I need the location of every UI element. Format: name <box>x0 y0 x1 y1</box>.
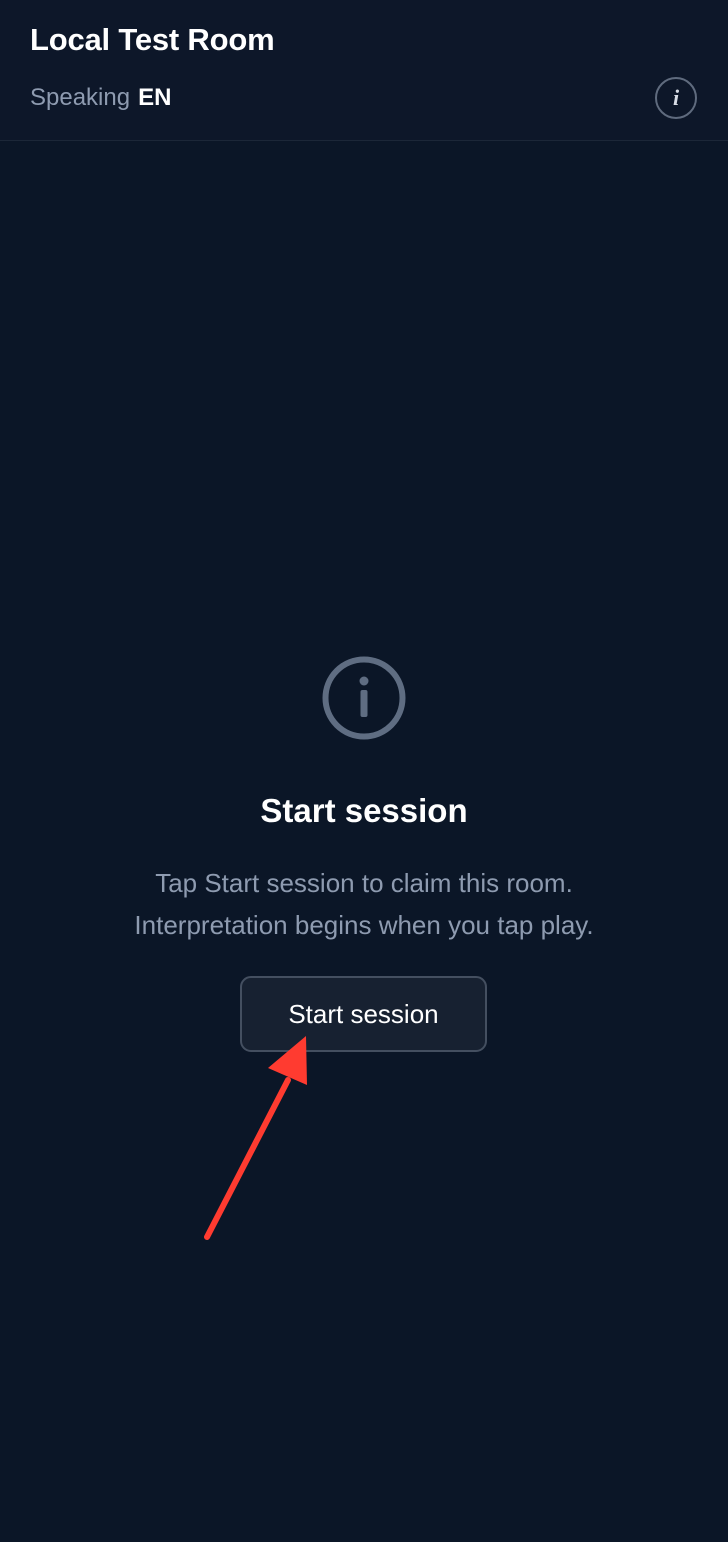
app-screen: Local Test Room Speaking EN i Start sessi… <box>0 0 728 1542</box>
start-session-button[interactable]: Start session <box>240 976 487 1052</box>
arrow-shaft <box>204 1077 291 1240</box>
room-header: Local Test Room Speaking EN i <box>0 0 728 141</box>
speaking-label: Speaking <box>30 84 131 111</box>
speaking-language-code: EN <box>138 84 172 111</box>
info-circle-icon <box>322 656 406 740</box>
info-icon: i <box>672 85 680 110</box>
empty-state-description-line-2: Interpretation begins when you tap play. <box>134 910 594 940</box>
annotation-arrow <box>204 1036 307 1240</box>
room-title: Local Test Room <box>30 22 275 57</box>
speaking-language-row: Speaking EN <box>30 83 171 113</box>
room-info-button[interactable]: i <box>655 77 697 119</box>
empty-state-description-line-1: Tap Start session to claim this room. <box>155 868 573 898</box>
empty-state-title: Start session <box>260 792 468 829</box>
